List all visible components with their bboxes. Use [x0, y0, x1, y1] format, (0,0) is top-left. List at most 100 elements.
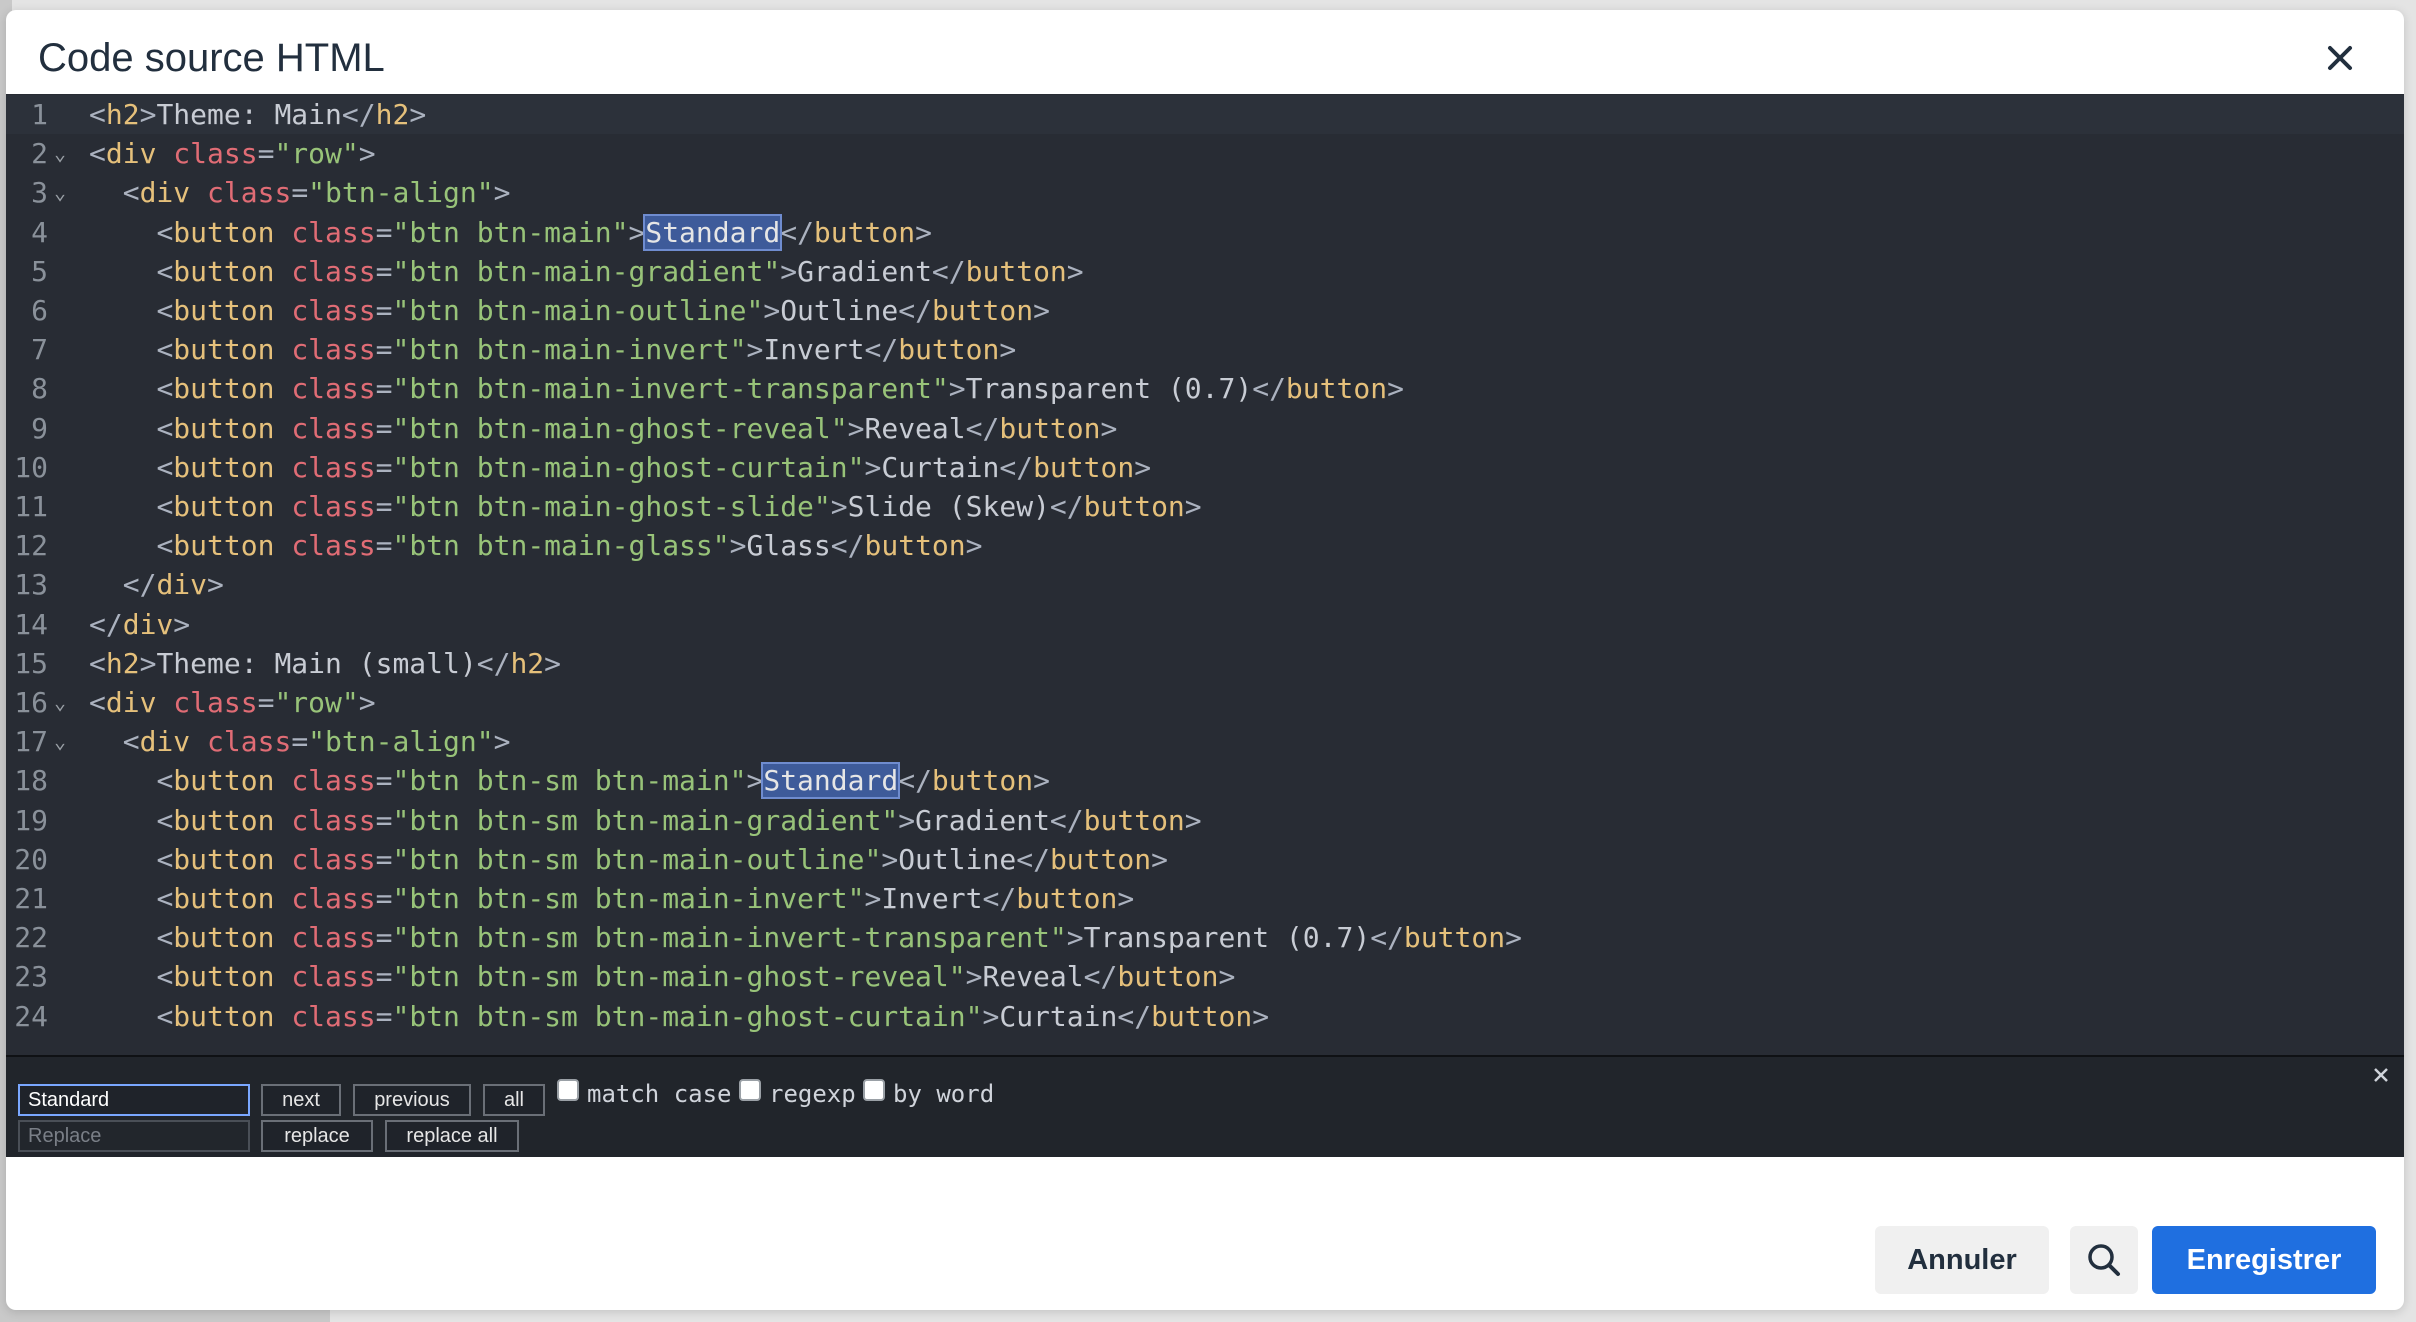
code-text: <button class="btn btn-sm btn-main-gradi…: [156, 803, 1202, 837]
line-number: 24: [14, 999, 48, 1033]
search-toggle-button[interactable]: [2070, 1226, 2138, 1294]
code-line[interactable]: 21 <button class="btn btn-sm btn-main-in…: [6, 879, 2404, 918]
search-all-button[interactable]: all: [483, 1084, 545, 1116]
code-text: <div class="row">: [89, 137, 376, 171]
code-line[interactable]: 1 <h2>Theme: Main</h2>: [6, 95, 2404, 134]
search-icon: [2088, 1244, 2120, 1276]
regexp-checkbox[interactable]: [739, 1079, 761, 1101]
regexp-label: regexp: [769, 1080, 856, 1108]
close-icon: [2374, 1068, 2388, 1082]
line-number: 14: [14, 607, 48, 641]
line-number: 17: [14, 725, 48, 759]
line-number: 7: [31, 333, 48, 367]
code-text: <button class="btn btn-main-glass">Glass…: [156, 529, 983, 563]
code-line[interactable]: 7 <button class="btn btn-main-invert">In…: [6, 330, 2404, 369]
search-match-highlight: Standard: [761, 762, 901, 800]
code-line[interactable]: 11 <button class="btn btn-main-ghost-sli…: [6, 487, 2404, 526]
code-line[interactable]: 18 <button class="btn btn-sm btn-main">S…: [6, 761, 2404, 800]
code-line[interactable]: 17 ⌄ <div class="btn-align">: [6, 722, 2404, 761]
line-number: 18: [14, 764, 48, 798]
code-text: <button class="btn btn-main-outline">Out…: [156, 294, 1050, 327]
code-line[interactable]: 23 <button class="btn btn-sm btn-main-gh…: [6, 957, 2404, 996]
code-text: </div>: [89, 607, 191, 641]
replace-all-button[interactable]: replace all: [385, 1120, 519, 1152]
search-previous-button[interactable]: previous: [353, 1084, 471, 1116]
fold-chevron-icon[interactable]: ⌄: [54, 173, 66, 212]
code-text: <div class="btn-align">: [122, 176, 511, 210]
line-number: 5: [31, 254, 48, 288]
line-number: 2: [31, 137, 48, 171]
line-number: 1: [31, 98, 48, 131]
by-word-label: by word: [893, 1080, 995, 1108]
code-text: <button class="btn btn-main-invert-trans…: [156, 372, 1404, 406]
code-line[interactable]: 9 <button class="btn btn-main-ghost-reve…: [6, 409, 2404, 448]
code-text: <h2>Theme: Main (small)</h2>: [89, 646, 562, 680]
fold-chevron-icon[interactable]: ⌄: [54, 134, 66, 173]
line-number: 16: [14, 686, 48, 719]
code-text: <button class="btn btn-sm btn-main-ghost…: [156, 960, 1236, 994]
code-editor[interactable]: 1 <h2>Theme: Main</h2> 2 ⌄ <div class="row">…: [6, 94, 2404, 1060]
code-text: <button class="btn btn-main-gradient">Gr…: [156, 254, 1084, 288]
save-button[interactable]: Enregistrer: [2152, 1226, 2376, 1294]
close-dialog-button[interactable]: [2320, 38, 2360, 78]
code-text: <button class="btn btn-main-ghost-slide"…: [156, 490, 1202, 523]
code-line[interactable]: 15 <h2>Theme: Main (small)</h2>: [6, 644, 2404, 683]
code-line[interactable]: 19 <button class="btn btn-sm btn-main-gr…: [6, 801, 2404, 840]
fold-chevron-icon[interactable]: ⌄: [54, 722, 66, 761]
code-line[interactable]: 6 <button class="btn btn-main-outline">O…: [6, 291, 2404, 330]
code-line[interactable]: 16 ⌄ <div class="row">: [6, 683, 2404, 722]
close-icon: [2328, 46, 2352, 70]
line-number: 8: [31, 372, 48, 406]
code-text: <button class="btn btn-main-ghost-reveal…: [156, 411, 1118, 445]
code-line[interactable]: 2 ⌄ <div class="row">: [6, 134, 2404, 173]
code-line[interactable]: 5 <button class="btn btn-main-gradient">…: [6, 252, 2404, 291]
line-number: 4: [31, 215, 48, 249]
code-text: <button class="btn btn-main-invert">Inve…: [156, 333, 1017, 367]
line-number: 15: [14, 646, 48, 680]
line-number: 23: [14, 960, 48, 994]
code-text: <button class="btn btn-sm btn-main-inver…: [156, 921, 1522, 955]
search-input[interactable]: [18, 1084, 250, 1116]
by-word-checkbox[interactable]: [863, 1079, 885, 1101]
match-case-checkbox[interactable]: [557, 1079, 579, 1101]
line-number: 9: [31, 411, 48, 445]
code-text: <button class="btn btn-sm btn-main">Stan…: [156, 762, 1050, 800]
code-line[interactable]: 14 </div>: [6, 605, 2404, 644]
fold-chevron-icon[interactable]: ⌄: [54, 683, 66, 722]
cancel-button[interactable]: Annuler: [1875, 1226, 2049, 1294]
line-number: 22: [14, 921, 48, 955]
dialog-title: Code source HTML: [38, 36, 385, 80]
code-line[interactable]: 22 <button class="btn btn-sm btn-main-in…: [6, 918, 2404, 957]
code-text: <h2>Theme: Main</h2>: [89, 98, 427, 131]
line-number: 12: [14, 529, 48, 563]
code-line[interactable]: 13 </div>: [6, 565, 2404, 604]
code-text: <button class="btn btn-main-ghost-curtai…: [156, 450, 1152, 484]
line-number: 20: [14, 842, 48, 876]
code-line[interactable]: 3 ⌄ <div class="btn-align">: [6, 173, 2404, 212]
line-number: 21: [14, 882, 48, 915]
replace-button[interactable]: replace: [261, 1120, 373, 1152]
line-number: 10: [14, 450, 48, 484]
match-case-label: match case: [587, 1080, 732, 1108]
code-line[interactable]: 20 <button class="btn btn-sm btn-main-ou…: [6, 840, 2404, 879]
line-number: 19: [14, 803, 48, 837]
source-code-dialog: Code source HTML 1 <h2>Theme: Main</h2> 2 ⌄…: [6, 10, 2404, 1310]
line-number: 3: [31, 176, 48, 210]
code-text: <div class="btn-align">: [122, 725, 511, 759]
dialog-header: Code source HTML: [6, 10, 2404, 94]
close-search-panel-button[interactable]: [2372, 1066, 2390, 1084]
code-line[interactable]: 8 <button class="btn btn-main-invert-tra…: [6, 369, 2404, 408]
replace-input[interactable]: [18, 1120, 250, 1152]
code-line[interactable]: 12 <button class="btn btn-main-glass">Gl…: [6, 526, 2404, 565]
code-line[interactable]: 10 <button class="btn btn-main-ghost-cur…: [6, 448, 2404, 487]
code-line[interactable]: 24 <button class="btn btn-sm btn-main-gh…: [6, 997, 2404, 1036]
code-text: </div>: [122, 568, 224, 602]
code-text: <button class="btn btn-sm btn-main-ghost…: [156, 999, 1270, 1033]
code-line[interactable]: 4 <button class="btn btn-main">Standard<…: [6, 213, 2404, 252]
code-text: <button class="btn btn-sm btn-main-outli…: [156, 842, 1168, 876]
code-text: <div class="row">: [89, 686, 376, 719]
search-next-button[interactable]: next: [261, 1084, 341, 1116]
line-number: 13: [14, 568, 48, 602]
line-number: 11: [14, 490, 48, 523]
code-text: <button class="btn btn-main">Standard</b…: [156, 213, 932, 251]
